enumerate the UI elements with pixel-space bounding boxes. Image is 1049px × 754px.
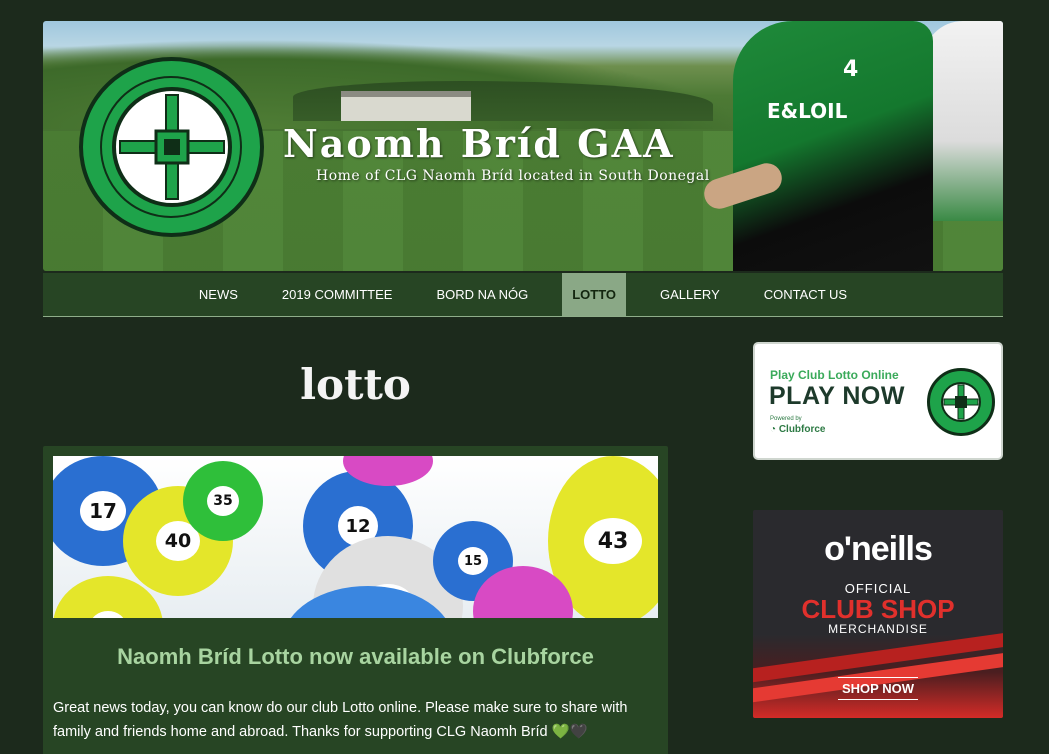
shop-now-button[interactable]: SHOP NOW: [838, 677, 918, 700]
nav-bord-na-nog[interactable]: BORD NA NÓG: [414, 273, 550, 316]
brigid-cross-icon: [118, 94, 225, 200]
page-title: lotto: [300, 360, 411, 409]
article-card: 17 40 35 12 04 15 43 45 Naomh Bríd Lotto…: [43, 446, 668, 754]
play-lotto-ad[interactable]: Play Club Lotto Online PLAY NOW Powered …: [753, 342, 1003, 460]
article-body: Great news today, you can know do our cl…: [53, 696, 658, 744]
play-lotto-subtitle: Play Club Lotto Online: [770, 368, 899, 382]
main-nav: NEWS 2019 COMMITTEE BORD NA NÓG LOTTO GA…: [43, 273, 1003, 317]
nav-gallery[interactable]: GALLERY: [638, 273, 742, 316]
nav-news[interactable]: NEWS: [177, 273, 260, 316]
banner-player-green: [733, 21, 933, 271]
lotto-balls-image: 17 40 35 12 04 15 43 45: [53, 456, 658, 618]
oneills-logo: o'neills: [824, 530, 933, 568]
crest-inner: [111, 87, 232, 207]
nav-contact-us[interactable]: CONTACT US: [742, 273, 869, 316]
mini-brigid-cross-icon: [943, 384, 979, 420]
site-title[interactable]: Naomh Bríd GAA: [283, 121, 675, 166]
nav-lotto[interactable]: LOTTO: [562, 273, 627, 316]
clubforce-logo: ◔ Clubforce: [770, 424, 826, 435]
powered-by-label: Powered by: [770, 416, 802, 422]
header-banner: 4 E&LOIL Naomh Bríd GAA Home of CLG Naom…: [43, 21, 1003, 271]
site-tagline: Home of CLG Naomh Bríd located in South …: [316, 168, 710, 184]
black-heart-icon: 🖤: [569, 724, 588, 740]
club-crest-logo[interactable]: [79, 57, 264, 237]
oneills-shop-ad[interactable]: o'neills OFFICIAL CLUB SHOP MERCHANDISE …: [753, 510, 1003, 718]
banner-clubhouse: [341, 91, 471, 121]
nav-committee[interactable]: 2019 COMMITTEE: [260, 273, 415, 316]
article-heading[interactable]: Naomh Bríd Lotto now available on Clubfo…: [43, 644, 668, 670]
lotto-ball: 35: [183, 461, 263, 541]
green-heart-icon: 💚: [551, 724, 570, 740]
banner-player-white: [923, 21, 1003, 221]
club-shop-label: CLUB SHOP: [801, 594, 955, 624]
shirt-number: 4: [843, 57, 859, 82]
mini-crest-inner: [941, 382, 981, 422]
mini-club-crest-icon: [927, 368, 995, 436]
shirt-sponsor: E&LOIL: [767, 99, 848, 123]
play-now-label: PLAY NOW: [769, 382, 905, 410]
clubforce-icon: ◔: [770, 424, 779, 435]
merchandise-label: MERCHANDISE: [828, 622, 928, 636]
article-body-text: Great news today, you can know do our cl…: [53, 700, 628, 740]
